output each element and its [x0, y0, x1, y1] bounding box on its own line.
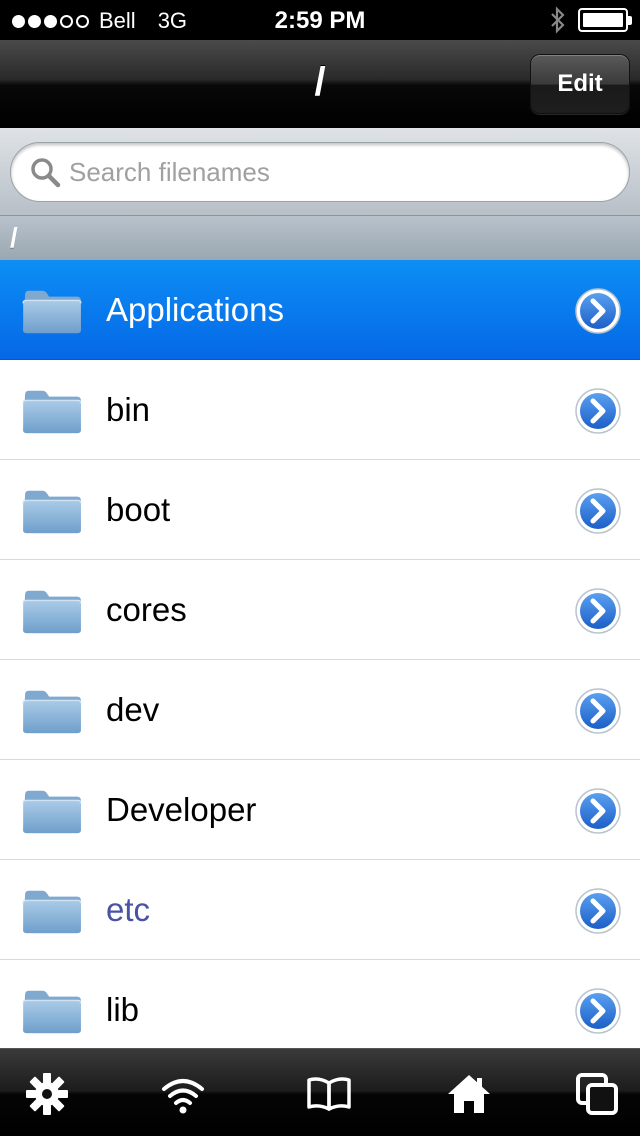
file-name: Applications: [106, 291, 284, 328]
folder-icon: [22, 490, 82, 534]
search-field[interactable]: [10, 142, 630, 202]
file-name: dev: [106, 691, 160, 728]
folder-icon: [22, 390, 82, 434]
status-right: [550, 6, 632, 34]
windows-icon[interactable]: [574, 1071, 620, 1117]
file-name: Developer: [106, 791, 257, 828]
tab-bar: [0, 1048, 640, 1136]
folder-icon: [22, 790, 82, 834]
bluetooth-icon: [551, 6, 565, 34]
list-item[interactable]: lib: [0, 960, 640, 1048]
list-item[interactable]: etc: [0, 860, 640, 960]
list-item[interactable]: boot: [0, 460, 640, 560]
list-item[interactable]: Applications: [0, 260, 640, 360]
file-name: boot: [106, 491, 171, 528]
disclosure-button-icon[interactable]: [574, 787, 622, 835]
file-name: cores: [106, 591, 187, 628]
status-time: 2:59 PM: [274, 7, 366, 34]
file-name: etc: [106, 891, 151, 928]
list-item[interactable]: dev: [0, 660, 640, 760]
search-icon: [31, 158, 61, 188]
disclosure-button-icon[interactable]: [574, 587, 622, 635]
edit-button[interactable]: Edit: [530, 54, 630, 114]
battery-fill: [583, 13, 623, 27]
file-name: bin: [106, 391, 151, 428]
folder-icon: [22, 690, 82, 734]
folder-icon: [22, 590, 82, 634]
path-breadcrumb: /: [0, 216, 640, 260]
book-icon[interactable]: [306, 1071, 352, 1117]
search-input[interactable]: [69, 153, 609, 191]
folder-icon: [22, 290, 82, 334]
home-icon[interactable]: [446, 1071, 492, 1117]
disclosure-button-icon[interactable]: [574, 887, 622, 935]
list-item[interactable]: bin: [0, 360, 640, 460]
wifi-icon[interactable]: [160, 1071, 206, 1117]
navigation-bar: / Edit: [0, 40, 640, 128]
list-item[interactable]: Developer: [0, 760, 640, 860]
disclosure-button-icon[interactable]: [574, 487, 622, 535]
folder-icon: [22, 990, 82, 1034]
disclosure-button-icon[interactable]: [574, 387, 622, 435]
list-item[interactable]: cores: [0, 560, 640, 660]
disclosure-button-icon[interactable]: [574, 987, 622, 1035]
folder-icon: [22, 890, 82, 934]
file-list: Applications bin boot cores dev Develope: [0, 260, 640, 1048]
gear-icon[interactable]: [24, 1071, 70, 1117]
disclosure-button-icon[interactable]: [574, 687, 622, 735]
status-bar: Bell 3G 2:59 PM: [0, 0, 640, 40]
file-name: lib: [106, 991, 140, 1028]
disclosure-button-icon[interactable]: [574, 287, 622, 335]
search-bar: [0, 128, 640, 216]
battery-icon: [578, 8, 632, 32]
